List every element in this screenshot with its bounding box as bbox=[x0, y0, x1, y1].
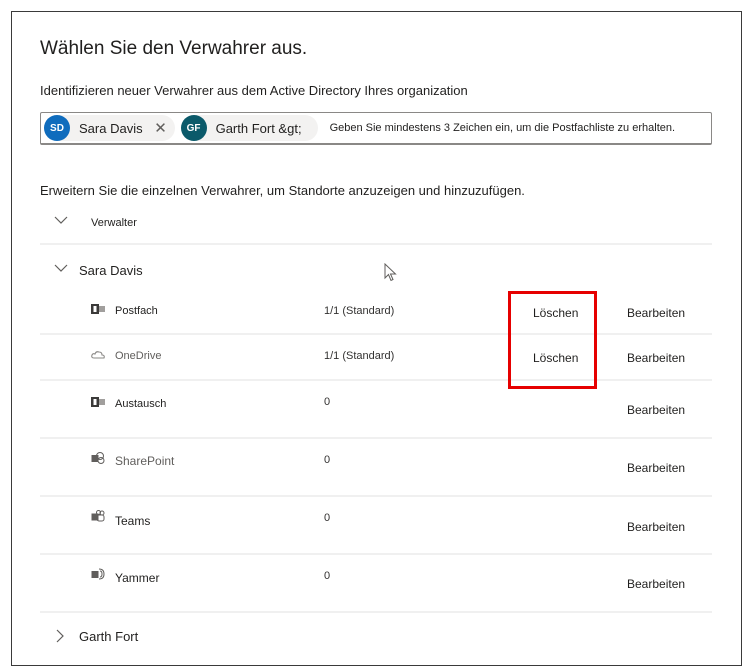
chevron-down-icon[interactable] bbox=[54, 264, 68, 273]
custodian-picker-input[interactable]: SD Sara Davis ✕ GF Garth Fort &gt; Geben… bbox=[40, 112, 712, 145]
picker-placeholder[interactable]: Geben Sie mindestens 3 Zeichen ein, um d… bbox=[330, 122, 675, 134]
location-row-postfach: Postfach 1/1 (Standard) Löschen Bearbeit… bbox=[40, 300, 712, 324]
location-count: 1/1 (Standard) bbox=[324, 305, 395, 317]
location-name: Teams bbox=[115, 514, 151, 528]
column-header-custodian: Verwalter bbox=[91, 217, 137, 229]
group-header-sara-davis[interactable]: Sara Davis bbox=[40, 260, 712, 280]
chevron-right-icon[interactable] bbox=[56, 629, 65, 643]
edit-button[interactable]: Bearbeiten bbox=[627, 577, 685, 591]
dialog-title: Wählen Sie den Verwahrer aus. bbox=[40, 38, 308, 59]
location-row-yammer: Yammer 0 Bearbeiten bbox=[40, 566, 712, 591]
chip-sara-davis[interactable]: SD Sara Davis ✕ bbox=[44, 115, 175, 141]
divider bbox=[40, 495, 712, 497]
edit-button[interactable]: Bearbeiten bbox=[627, 461, 685, 475]
avatar: SD bbox=[44, 115, 70, 141]
sharepoint-icon bbox=[91, 452, 105, 464]
divider bbox=[40, 333, 712, 335]
group-name: Sara Davis bbox=[79, 263, 143, 278]
location-count: 1/1 (Standard) bbox=[324, 350, 395, 362]
instructions: Erweitern Sie die einzelnen Verwahrer, u… bbox=[40, 183, 525, 198]
location-count: 0 bbox=[324, 454, 331, 466]
chip-label: Garth Fort &gt; bbox=[215, 120, 302, 136]
location-row-teams: Teams 0 Bearbeiten bbox=[40, 508, 712, 534]
location-name: Yammer bbox=[115, 571, 160, 585]
group-header-garth-fort[interactable]: Garth Fort bbox=[40, 626, 712, 646]
divider bbox=[40, 437, 712, 439]
location-row-sharepoint: SharePoint 0 Bearbeiten bbox=[40, 450, 712, 475]
close-icon[interactable]: ✕ bbox=[153, 121, 169, 136]
exchange-icon bbox=[91, 397, 105, 407]
mouse-cursor-icon bbox=[384, 263, 397, 282]
location-row-onedrive: OneDrive 1/1 (Standard) Löschen Bearbeit… bbox=[40, 345, 712, 369]
onedrive-icon bbox=[91, 351, 105, 359]
location-row-austausch: Austausch 0 Bearbeiten bbox=[40, 393, 712, 417]
exchange-icon bbox=[91, 304, 105, 314]
divider bbox=[40, 553, 712, 555]
chip-garth-fort[interactable]: GF Garth Fort &gt; bbox=[180, 115, 318, 141]
yammer-icon bbox=[91, 568, 105, 580]
location-count: 0 bbox=[324, 570, 331, 582]
dialog-subtitle: Identifizieren neuer Verwahrer aus dem A… bbox=[40, 83, 468, 98]
highlight-box bbox=[508, 291, 597, 389]
divider bbox=[40, 243, 712, 245]
location-count: 0 bbox=[324, 396, 331, 408]
edit-button[interactable]: Bearbeiten bbox=[627, 520, 685, 534]
chip-label: Sara Davis bbox=[79, 120, 143, 136]
location-name: OneDrive bbox=[115, 350, 162, 362]
list-header: Verwalter bbox=[40, 213, 712, 235]
location-name: Austausch bbox=[115, 398, 167, 410]
avatar: GF bbox=[180, 115, 207, 141]
group-name: Garth Fort bbox=[79, 629, 139, 644]
location-count: 0 bbox=[324, 512, 331, 524]
edit-button[interactable]: Bearbeiten bbox=[627, 306, 685, 320]
divider bbox=[40, 611, 712, 613]
edit-button[interactable]: Bearbeiten bbox=[627, 403, 685, 417]
edit-button[interactable]: Bearbeiten bbox=[627, 351, 685, 365]
divider bbox=[40, 379, 712, 381]
teams-icon bbox=[91, 510, 105, 522]
location-name: SharePoint bbox=[115, 454, 175, 468]
chevron-down-icon[interactable] bbox=[54, 216, 68, 225]
location-name: Postfach bbox=[115, 305, 158, 317]
